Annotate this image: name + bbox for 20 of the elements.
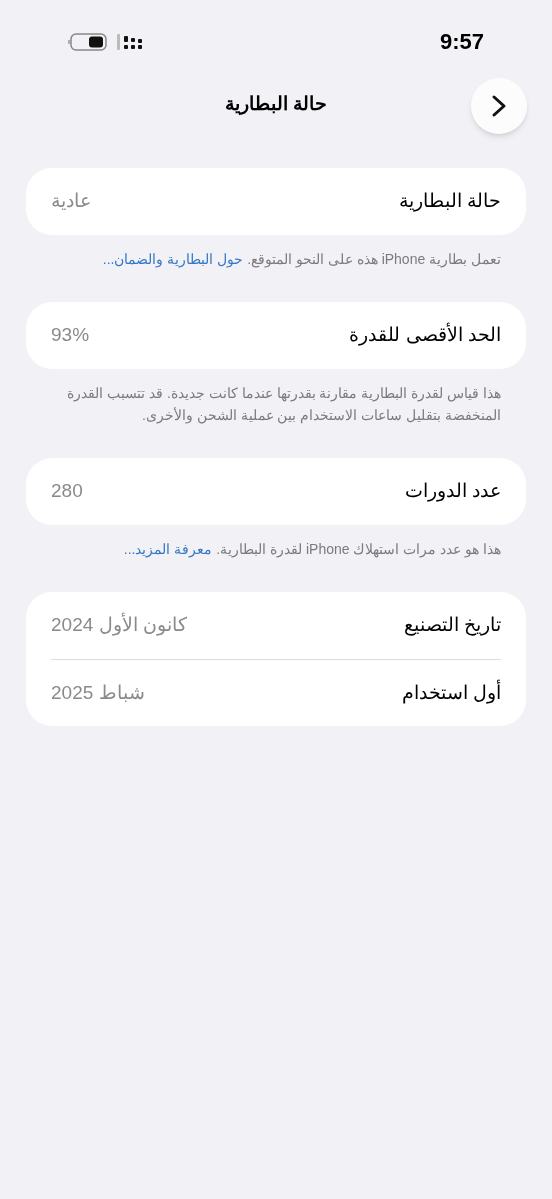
battery-icon xyxy=(68,31,108,52)
footer-note: تعمل بطارية iPhone هذه على النحو المتوقع. حول البطارية والضمان... xyxy=(101,250,502,270)
footer-note: هذا قياس لقدرة البطارية مقارنة بقدرتها عندما كانت جديدة. قد تتسبب القدرة المنخفضة بتقليل ساعات الاستخدام بين عملية الشحن والأخرى. xyxy=(66,384,502,426)
row-label: عدد الدورات xyxy=(404,479,501,504)
back-button[interactable] xyxy=(471,78,527,134)
info-link[interactable]: معرفة المزيد... xyxy=(123,541,213,557)
row-label: حالة البطارية xyxy=(398,189,501,214)
status-time: 9:57 xyxy=(439,28,484,56)
row-value: كانون الأول 2024 xyxy=(51,611,187,638)
footer-note: هذا هو عدد مرات استهلاك iPhone لقدرة البطارية. معرفة المزيد... xyxy=(122,540,502,560)
info-link[interactable]: حول البطارية والضمان... xyxy=(102,251,244,267)
row-value: عادية xyxy=(51,189,91,214)
row-label: أول استخدام xyxy=(401,678,501,706)
page-title: حالة البطارية xyxy=(224,91,328,117)
row-value: شباط 2025 xyxy=(51,680,145,705)
row-label: تاريخ التصنيع xyxy=(403,613,501,638)
row-value: 280 xyxy=(51,479,83,504)
row-value: 93% xyxy=(51,323,90,348)
row-label: الحد الأقصى للقدرة xyxy=(349,321,501,348)
chevron-right-icon xyxy=(490,94,508,118)
